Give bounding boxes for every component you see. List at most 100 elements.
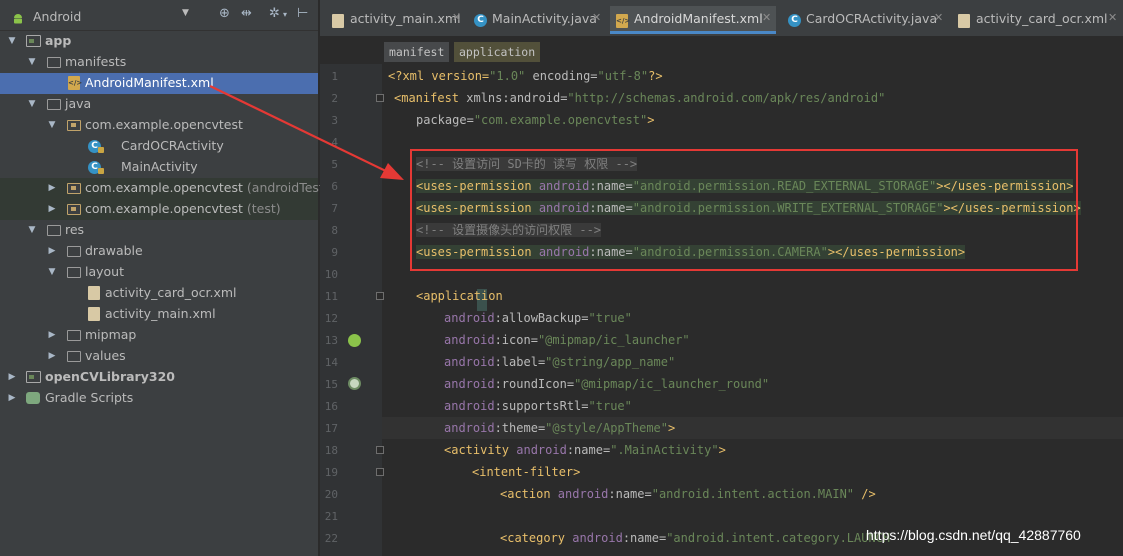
xml-file-icon: </> (68, 76, 82, 90)
module-icon (26, 371, 41, 383)
supports-rtl-attr: :supportsRtl (494, 399, 582, 413)
line-number: 1 (331, 70, 338, 83)
tree-item-card-ocr-activity[interactable]: C CardOCRActivity (0, 136, 318, 157)
tree-item-opencv-library[interactable]: ▶ openCVLibrary320 (0, 367, 318, 388)
package-icon (67, 120, 81, 131)
line-number: 11 (324, 290, 338, 303)
xml-file-icon (958, 14, 970, 28)
expand-arrow-icon[interactable]: ▶ (7, 393, 17, 403)
tab-activity-main-xml[interactable]: activity_main.xml ✕ (326, 8, 464, 30)
category-tag: <category (500, 531, 566, 545)
tab-label: AndroidManifest.xml (634, 11, 763, 26)
close-icon[interactable]: ✕ (452, 11, 461, 24)
line-number: 10 (324, 268, 338, 281)
gear-dropdown-icon[interactable]: ▾ (283, 10, 287, 19)
tree-item-values[interactable]: ▶ values (0, 346, 318, 367)
tag-close: > (718, 443, 726, 457)
expand-arrow-icon[interactable]: ▼ (27, 57, 37, 67)
tree-item-drawable[interactable]: ▶ drawable (0, 241, 318, 262)
tree-item-java[interactable]: ▼ java (0, 94, 318, 115)
tree-item-activity-main-xml[interactable]: activity_main.xml (0, 304, 318, 325)
code-line-12: android:allowBackup="true" (444, 307, 1123, 329)
tree-item-mipmap[interactable]: ▶ mipmap (0, 325, 318, 346)
hide-panel-icon[interactable]: ⊢ (297, 6, 308, 21)
android-namespace: android (444, 355, 495, 369)
line-number: 2 (331, 92, 338, 105)
tree-item-res[interactable]: ▼ res (0, 220, 318, 241)
expand-arrow-icon[interactable]: ▼ (27, 225, 37, 235)
code-lines[interactable]: <?xml version="1.0" encoding="utf-8"?> <… (382, 64, 1123, 556)
expand-arrow-icon[interactable]: ▶ (47, 204, 57, 214)
expand-arrow-icon[interactable]: ▼ (47, 267, 57, 277)
folder-icon (47, 225, 61, 236)
gradle-icon (26, 392, 40, 404)
tree-item-gradle-scripts[interactable]: ▶ Gradle Scripts (0, 388, 318, 409)
tree-item-main-activity[interactable]: C MainActivity (0, 157, 318, 178)
tree-item-package[interactable]: ▼ com.example.opencvtest (0, 115, 318, 136)
project-view-selector[interactable]: Android (33, 9, 81, 24)
tree-item-layout[interactable]: ▼ layout (0, 262, 318, 283)
tree-item-android-manifest[interactable]: </> AndroidManifest.xml (0, 73, 318, 94)
expand-arrow-icon[interactable]: ▼ (7, 36, 17, 46)
code-area[interactable]: 1 2 3 4 5 6 7 8 9 10 11 12 13 14 15 16 1… (320, 64, 1123, 556)
tree-label: com.example.opencvtest (test) (85, 201, 281, 216)
close-icon[interactable]: ✕ (762, 11, 771, 24)
permission-value: "android.permission.WRITE_EXTERNAL_STORA… (632, 201, 944, 215)
android-round-launcher-icon[interactable] (348, 377, 361, 390)
tree-item-manifests[interactable]: ▼ manifests (0, 52, 318, 73)
module-icon (26, 35, 41, 47)
expand-arrow-icon[interactable]: ▶ (47, 351, 57, 361)
collapse-icon[interactable]: ⇹ (241, 6, 252, 21)
tree-label: drawable (85, 243, 143, 258)
close-icon[interactable]: ✕ (592, 11, 601, 24)
tree-item-package-android-test[interactable]: ▶ com.example.opencvtest (androidTest) (0, 178, 329, 199)
android-namespace: android (444, 377, 495, 391)
line-number: 8 (331, 224, 338, 237)
expand-arrow-icon[interactable]: ▼ (47, 120, 57, 130)
expand-arrow-icon[interactable]: ▶ (47, 246, 57, 256)
gear-icon[interactable]: ✲ (269, 6, 280, 21)
tab-card-ocr-activity-java[interactable]: C CardOCRActivity.java ✕ (782, 8, 948, 30)
tab-label: MainActivity.java (492, 11, 597, 26)
class-icon: C (474, 14, 487, 27)
comment-camera-permission: <!-- 设置摄像头的访问权限 --> (416, 223, 602, 237)
uses-permission-tag: <uses-permission (416, 245, 532, 259)
lock-icon (98, 147, 104, 153)
chevron-down-icon[interactable]: ▼ (182, 8, 189, 18)
tree-label: Gradle Scripts (45, 390, 134, 405)
allow-backup-attr: :allowBackup (494, 311, 582, 325)
tab-activity-card-ocr-xml[interactable]: activity_card_ocr.xml ✕ (952, 8, 1120, 30)
line-number: 22 (324, 532, 338, 545)
close-icon[interactable]: ✕ (934, 11, 943, 24)
tab-label: CardOCRActivity.java (806, 11, 938, 26)
breadcrumb-application[interactable]: application (454, 42, 541, 62)
breadcrumb-manifest[interactable]: manifest (384, 42, 450, 62)
tab-android-manifest-xml[interactable]: </> AndroidManifest.xml ✕ (610, 6, 776, 34)
activity-open-tag: <activity (444, 443, 510, 457)
name-attr: :name (589, 201, 626, 215)
android-namespace: android (509, 443, 567, 457)
tree-label: activity_card_ocr.xml (105, 285, 237, 300)
package-icon (67, 204, 81, 215)
tree-item-app[interactable]: ▼ app (0, 31, 318, 52)
code-line-11: <application (416, 285, 1123, 307)
expand-arrow-icon[interactable]: ▶ (47, 183, 57, 193)
expand-arrow-icon[interactable]: ▼ (27, 99, 37, 109)
theme-attr: :theme (494, 421, 538, 435)
tab-main-activity-java[interactable]: C MainActivity.java ✕ (468, 8, 606, 30)
tree-item-package-test[interactable]: ▶ com.example.opencvtest (test) (0, 199, 318, 220)
code-line-13: android:icon="@mipmap/ic_launcher" (444, 329, 1123, 351)
android-launcher-icon[interactable] (348, 334, 361, 347)
package-value: "com.example.opencvtest" (473, 113, 648, 127)
xml-declaration: <?xml version= (388, 69, 490, 83)
xml-file-icon (332, 14, 344, 28)
expand-arrow-icon[interactable]: ▶ (7, 372, 17, 382)
line-number: 3 (331, 114, 338, 127)
expand-arrow-icon[interactable]: ▶ (47, 330, 57, 340)
project-panel: Android ▼ ⊕ ⇹ ✲ ▾ ⊢ ▼ app ▼ manifests </… (0, 0, 329, 556)
sync-icon[interactable]: ⊕ (219, 6, 230, 21)
equals: = (625, 201, 633, 215)
close-icon[interactable]: ✕ (1108, 11, 1117, 24)
tree-item-activity-card-ocr-xml[interactable]: activity_card_ocr.xml (0, 283, 318, 304)
uses-permission-close: ></uses-permission> (936, 179, 1074, 193)
